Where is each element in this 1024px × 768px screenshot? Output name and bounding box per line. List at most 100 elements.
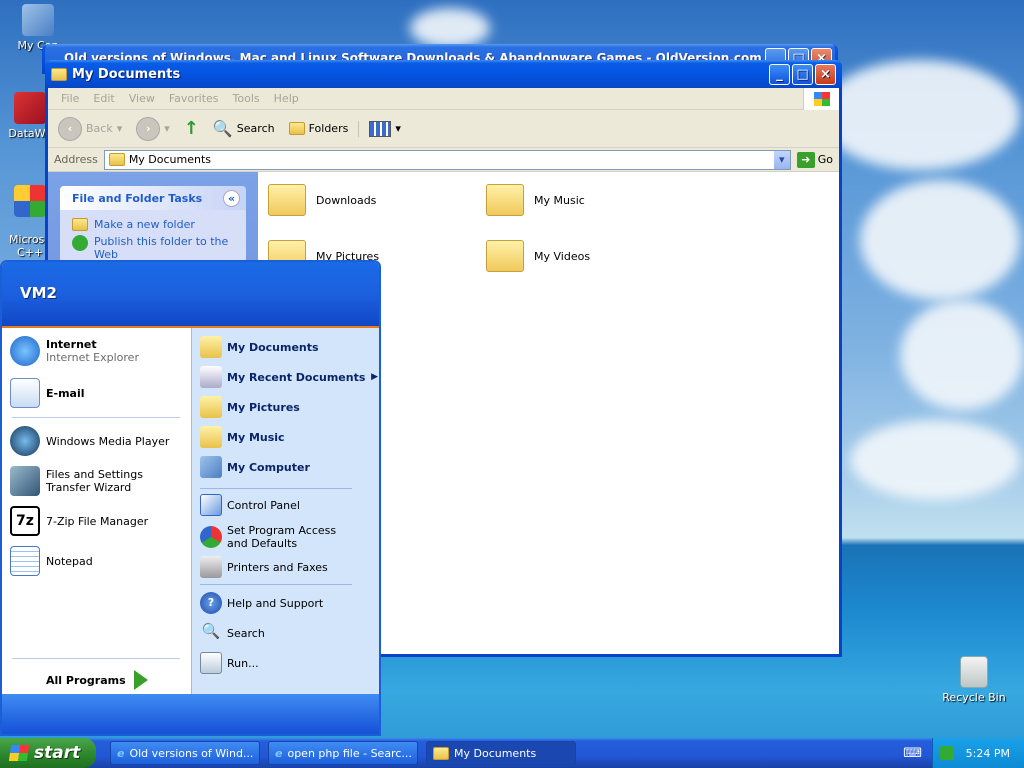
recent-transfer-wizard[interactable]: Files and Settings Transfer Wizard xyxy=(10,466,186,496)
taskbar: start e Old versions of Wind... e open php… xyxy=(0,738,1024,768)
close-button[interactable]: × xyxy=(815,63,836,85)
place-label: My Recent Documents xyxy=(227,370,366,384)
address-bar: Address My Documents ▾ ➜ Go xyxy=(48,148,839,172)
place-my-music[interactable]: My Music xyxy=(200,426,285,448)
task-browser-2[interactable]: e open php file - Searc... xyxy=(268,741,418,765)
menu-help[interactable]: Help xyxy=(267,92,306,105)
help-icon: ? xyxy=(200,592,222,614)
network-icon[interactable] xyxy=(939,746,954,760)
place-label: My Computer xyxy=(227,460,310,474)
system-control-panel[interactable]: Control Panel xyxy=(200,494,300,516)
all-programs-label: All Programs xyxy=(46,673,126,687)
start-menu: VM2 Internet Internet Explorer E-mail Win… xyxy=(0,260,381,736)
task-browser-1[interactable]: e Old versions of Wind... xyxy=(110,741,260,765)
system-program-access[interactable]: Set Program Access and Defaults xyxy=(200,524,360,550)
menu-view[interactable]: View xyxy=(122,92,162,105)
system-label: Control Panel xyxy=(227,498,300,512)
views-icon xyxy=(369,120,392,137)
task-label: My Documents xyxy=(454,746,537,760)
file-item-downloads[interactable]: Downloads xyxy=(268,184,376,216)
clock[interactable]: 5:24 PM xyxy=(966,747,1010,760)
green-arrow-icon xyxy=(133,670,148,690)
recent-notepad[interactable]: Notepad xyxy=(10,546,93,576)
keyboard-icon[interactable]: ⌨ xyxy=(903,746,922,761)
task-label: Old versions of Wind... xyxy=(129,746,254,760)
folders-button[interactable]: Folders xyxy=(285,122,353,135)
address-input[interactable]: My Documents ▾ xyxy=(103,149,791,170)
menu-favorites[interactable]: Favorites xyxy=(162,92,226,105)
menu-edit[interactable]: Edit xyxy=(86,92,121,105)
file-folder-tasks-panel: File and Folder Tasks « Make a new folde… xyxy=(60,186,246,269)
back-label: Back xyxy=(86,122,113,135)
internet-explorer-icon xyxy=(10,336,40,366)
search-label: Search xyxy=(236,122,275,135)
task-label: Make a new folder xyxy=(94,218,195,231)
recent-media-player[interactable]: Windows Media Player xyxy=(10,426,169,456)
pinned-email[interactable]: E-mail xyxy=(10,378,85,408)
task-item-new-folder[interactable]: Make a new folder xyxy=(60,210,246,233)
pictures-folder-icon xyxy=(200,396,222,418)
back-button[interactable]: ‹ Back ▾ xyxy=(54,116,126,141)
address-dropdown-button[interactable]: ▾ xyxy=(773,150,790,169)
run-item[interactable]: Run... xyxy=(200,652,259,674)
place-recent-documents[interactable]: My Recent Documents ▶ xyxy=(200,366,378,388)
system-label: Set Program Access and Defaults xyxy=(227,524,337,550)
help-label: Help and Support xyxy=(227,596,324,610)
system-printers[interactable]: Printers and Faxes xyxy=(200,556,328,578)
program-label: Notepad xyxy=(46,554,93,568)
minimize-button[interactable]: _ xyxy=(769,63,790,85)
place-my-documents[interactable]: My Documents xyxy=(200,336,319,358)
7zip-icon: 7z xyxy=(10,506,40,536)
search-button[interactable]: 🔍 Search xyxy=(209,119,279,138)
user-name: VM2 xyxy=(20,284,57,302)
panel-header[interactable]: File and Folder Tasks « xyxy=(60,186,246,210)
place-my-computer[interactable]: My Computer xyxy=(200,456,310,478)
recent-7zip[interactable]: 7z 7-Zip File Manager xyxy=(10,506,148,536)
up-button[interactable]: ↑ xyxy=(180,118,203,139)
file-item-my-music[interactable]: My Music xyxy=(486,184,585,216)
maximize-button[interactable]: □ xyxy=(792,63,813,85)
menu-tools[interactable]: Tools xyxy=(226,92,267,105)
recent-documents-icon xyxy=(200,366,222,388)
help-and-support[interactable]: ? Help and Support xyxy=(200,592,323,614)
start-label: start xyxy=(34,743,81,763)
place-label: My Pictures xyxy=(227,400,300,414)
all-programs-button[interactable]: All Programs xyxy=(46,670,148,690)
go-label: Go xyxy=(817,153,833,166)
search-icon: 🔍 xyxy=(201,622,221,640)
folder-icon xyxy=(268,184,306,216)
computer-icon xyxy=(22,4,54,36)
computer-icon xyxy=(200,456,222,478)
email-icon xyxy=(10,378,40,408)
start-button[interactable]: start xyxy=(0,738,96,768)
pinned-internet[interactable]: Internet Internet Explorer xyxy=(10,336,139,366)
explorer-titlebar[interactable]: My Documents _ □ × xyxy=(45,60,842,88)
folders-icon xyxy=(288,122,305,135)
task-label: Publish this folder to the Web xyxy=(94,235,229,261)
notepad-icon xyxy=(10,546,40,576)
address-label: Address xyxy=(54,153,98,166)
forward-button[interactable]: › ▾ xyxy=(132,116,174,141)
menu-bar: File Edit View Favorites Tools Help xyxy=(48,87,839,110)
music-folder-icon xyxy=(200,426,222,448)
folders-label: Folders xyxy=(308,122,349,135)
folder-icon xyxy=(108,153,125,166)
ie-icon: e xyxy=(275,746,283,760)
collapse-chevron-icon[interactable]: « xyxy=(223,189,240,207)
file-item-my-videos[interactable]: My Videos xyxy=(486,240,590,272)
task-my-documents[interactable]: My Documents xyxy=(426,741,576,765)
folder-icon xyxy=(51,67,67,81)
menu-file[interactable]: File xyxy=(54,92,86,105)
place-my-pictures[interactable]: My Pictures xyxy=(200,396,300,418)
views-button[interactable]: ▾ xyxy=(358,120,405,137)
folder-icon xyxy=(433,746,449,760)
program-label: 7-Zip File Manager xyxy=(46,514,149,528)
run-icon xyxy=(200,652,222,674)
explorer-title: My Documents xyxy=(72,66,181,82)
place-label: My Documents xyxy=(227,340,319,354)
go-button[interactable]: ➜ Go xyxy=(796,151,833,168)
desktop-icon-recycle-bin[interactable]: Recycle Bin xyxy=(938,656,1010,704)
transfer-wizard-icon xyxy=(10,466,40,496)
search-item[interactable]: 🔍 Search xyxy=(200,622,265,644)
media-player-icon xyxy=(10,426,40,456)
